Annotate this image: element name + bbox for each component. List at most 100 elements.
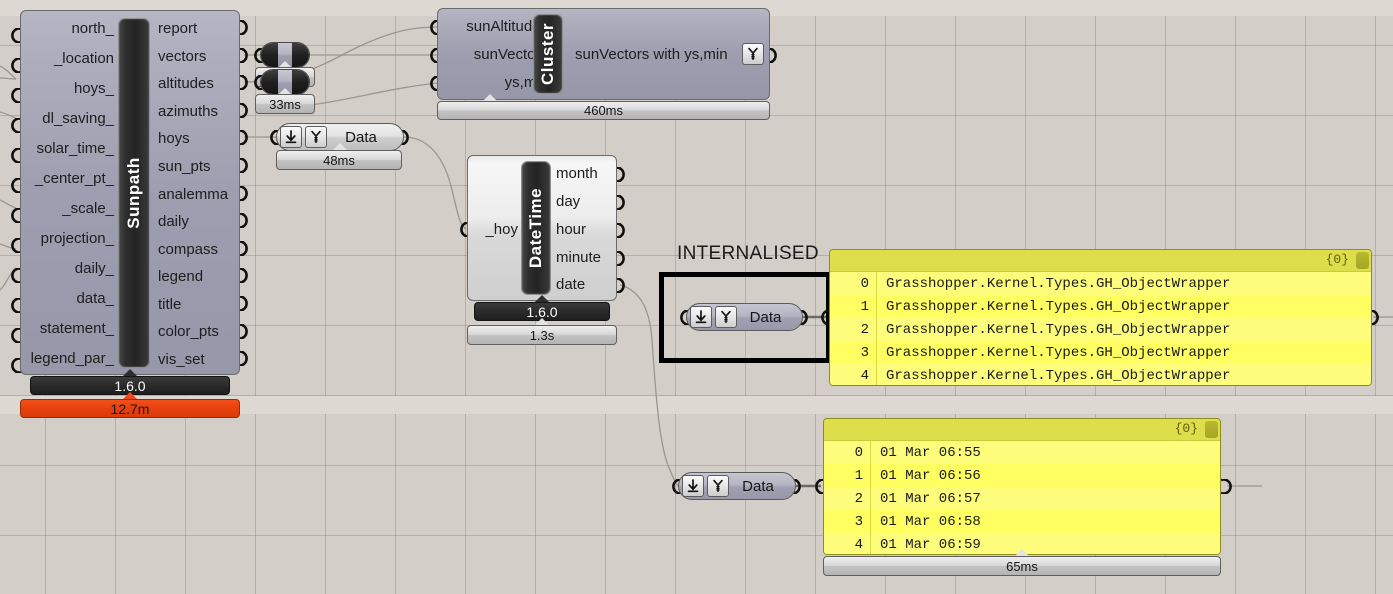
panel-row-value: 01 Mar 06:59: [870, 533, 1220, 554]
panel-row-index: 0: [860, 275, 869, 292]
panel-objectwrapper-path: {0}: [1325, 252, 1349, 267]
pill-b-runtime-tag: 33ms: [255, 94, 315, 114]
panel-row: 1 01 Mar 06:56: [824, 464, 1220, 487]
panel-scrollbar[interactable]: [1356, 252, 1369, 269]
data-param-bottom-body[interactable]: Data: [678, 472, 796, 500]
sunpath-output-label: legend: [158, 268, 204, 285]
panel-row: 4 Grasshopper.Kernel.Types.GH_ObjectWrap…: [830, 364, 1371, 385]
panel-row: 3 Grasshopper.Kernel.Types.GH_ObjectWrap…: [830, 341, 1371, 364]
sunpath-output-label: analemma: [158, 186, 229, 203]
sunpath-input-label: projection_: [40, 230, 114, 247]
panel-row-value: Grasshopper.Kernel.Types.GH_ObjectWrappe…: [876, 295, 1371, 318]
cluster-name-plate: Cluster: [533, 14, 563, 94]
sunpath-name: Sunpath: [124, 157, 143, 229]
panel-row-index: 3: [860, 344, 869, 361]
panel-row-value: Grasshopper.Kernel.Types.GH_ObjectWrappe…: [876, 341, 1371, 364]
sunpath-output-label: color_pts: [158, 323, 219, 340]
panel-row-value: 01 Mar 06:55: [870, 441, 1220, 464]
sunpath-input-label: data_: [76, 290, 114, 307]
panel-row-index: 0: [854, 444, 863, 461]
graft-y-icon[interactable]: [715, 306, 737, 328]
cluster-runtime-tag: 460ms: [437, 101, 770, 120]
panel-dates-path: {0}: [1174, 421, 1198, 436]
datetime-name: DateTime: [526, 187, 545, 269]
panel-row-index: 1: [860, 298, 869, 315]
sunpath-input-label: hoys_: [73, 80, 114, 97]
graft-y-icon[interactable]: [707, 475, 729, 497]
panel-row: 1 Grasshopper.Kernel.Types.GH_ObjectWrap…: [830, 295, 1371, 318]
panel-row-value: Grasshopper.Kernel.Types.GH_ObjectWrappe…: [876, 318, 1371, 341]
sunpath-input-label: _center_pt_: [34, 170, 114, 187]
graft-y-icon[interactable]: [305, 126, 327, 148]
sunpath-output-label: hoys: [158, 130, 190, 147]
sunpath-input-label: dl_saving_: [42, 110, 114, 127]
pill-cap-right: [292, 43, 309, 67]
sunpath-input-label: statement_: [39, 320, 114, 337]
panel-row-index: 4: [860, 367, 869, 384]
panel-dates-header: {0}: [824, 419, 1220, 441]
sunpath-output-label: vectors: [158, 48, 207, 65]
panel-objectwrapper-header: {0}: [830, 250, 1371, 272]
panel-row: 2 Grasshopper.Kernel.Types.GH_ObjectWrap…: [830, 318, 1371, 341]
datetime-output-label: day: [556, 193, 581, 210]
panel-row-value: Grasshopper.Kernel.Types.GH_ObjectWrappe…: [876, 272, 1371, 295]
panel-row-value: 01 Mar 06:58: [870, 510, 1220, 533]
flatten-arrow-down-icon[interactable]: [682, 475, 704, 497]
panel-row-value: Grasshopper.Kernel.Types.GH_ObjectWrappe…: [876, 364, 1371, 385]
panel-row: 0 Grasshopper.Kernel.Types.GH_ObjectWrap…: [830, 272, 1371, 295]
panel-dates-runtime-tag: 65ms: [823, 556, 1221, 576]
sunpath-input-label: north_: [71, 20, 114, 37]
datetime-runtime-tag: 1.3s: [467, 325, 617, 345]
sunpath-input-label: _location: [53, 50, 114, 67]
data-param-bottom-label: Data: [742, 477, 774, 495]
sunpath-runtime-tag: 12.7m: [20, 399, 240, 418]
sunpath-output-label: daily: [158, 213, 189, 230]
pill-cap-left: [261, 43, 278, 67]
cluster-input-label: sunAltitudes: [466, 18, 548, 35]
pill-cap-left: [261, 70, 278, 94]
panel-row: 2 01 Mar 06:57: [824, 487, 1220, 510]
panel-row-index: 1: [854, 467, 863, 484]
grasshopper-canvas[interactable]: north_ _location hoys_ dl_saving_ solar_…: [0, 0, 1393, 594]
sunpath-name-plate: Sunpath: [118, 18, 150, 368]
datetime-output-label: date: [556, 276, 586, 293]
sunpath-output-label: altitudes: [158, 75, 214, 92]
panel-scrollbar[interactable]: [1205, 421, 1218, 438]
panel-row: 3 01 Mar 06:58: [824, 510, 1220, 533]
panel-row: 0 01 Mar 06:55: [824, 441, 1220, 464]
datetime-name-plate: DateTime: [521, 161, 551, 295]
sunpath-output-label: title: [158, 296, 182, 313]
data-param-internalised-body[interactable]: Data: [686, 303, 803, 331]
sunpath-input-label: daily_: [74, 260, 114, 277]
flatten-arrow-down-icon[interactable]: [690, 306, 712, 328]
cluster-input-label: sunVectors: [473, 46, 548, 63]
panel-row-index: 2: [860, 321, 869, 338]
sunpath-input-label: solar_time_: [36, 140, 114, 157]
sunpath-output-label: compass: [158, 241, 219, 258]
flatten-arrow-down-icon[interactable]: [280, 126, 302, 148]
data-param-top-runtime-tag: 48ms: [276, 150, 402, 170]
sunpath-input-label: _scale_: [62, 200, 114, 217]
pill-cap-right: [292, 70, 309, 94]
datetime-output-label: month: [556, 165, 598, 182]
cluster-name: Cluster: [538, 22, 558, 86]
panel-objectwrapper-body[interactable]: {0} 0 Grasshopper.Kernel.Types.GH_Object…: [829, 249, 1372, 386]
datetime-output-label: hour: [556, 221, 587, 238]
sunpath-output-label: vis_set: [158, 351, 205, 368]
datetime-output-label: minute: [556, 249, 602, 266]
panel-row-value: 01 Mar 06:56: [870, 464, 1220, 487]
data-param-internalised-label: Data: [749, 308, 782, 326]
panel-row-index: 3: [854, 513, 863, 530]
panel-dates-body[interactable]: {0} 0 01 Mar 06:55 1 01 Mar 06:56 2 01 M…: [823, 418, 1221, 555]
sunpath-output-label: report: [158, 20, 198, 37]
sunpath-output-label: sun_pts: [158, 158, 211, 175]
internalised-label: INTERNALISED: [677, 243, 819, 264]
panel-row-index: 2: [854, 490, 863, 507]
sunpath-input-label: legend_par_: [30, 350, 114, 367]
cluster-output-label: sunVectors with ys,min: [575, 46, 728, 63]
panel-row-index: 4: [854, 536, 863, 553]
panel-row-value: 01 Mar 06:57: [870, 487, 1220, 510]
sunpath-output-label: azimuths: [158, 103, 219, 120]
datetime-input-label: _hoy: [485, 221, 518, 238]
graft-y-icon[interactable]: [742, 43, 764, 65]
